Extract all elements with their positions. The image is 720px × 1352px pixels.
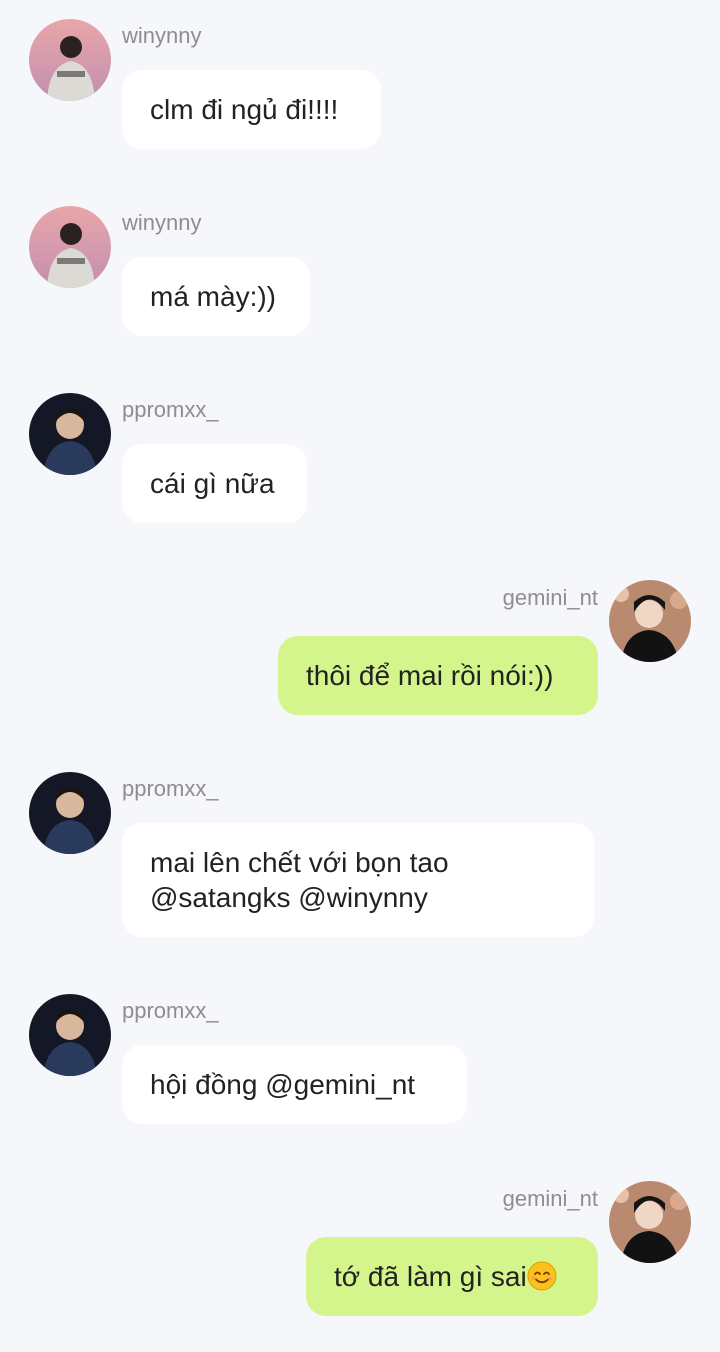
avatar[interactable] — [609, 580, 691, 662]
avatar[interactable] — [29, 393, 111, 475]
avatar[interactable] — [29, 772, 111, 854]
sender-name: ppromxx_ — [122, 397, 219, 422]
message-bubble[interactable]: hội đồng @gemini_nt — [122, 1045, 467, 1124]
message-text: cái gì nữa — [150, 468, 275, 499]
smiling-face-emoji-icon — [527, 1261, 557, 1291]
avatar[interactable] — [29, 19, 111, 101]
message-bubble[interactable]: má mày:)) — [122, 257, 310, 336]
avatar[interactable] — [29, 994, 111, 1076]
message-text: mai lên chết với bọn tao — [150, 847, 449, 878]
message-bubble[interactable]: cái gì nữa — [122, 444, 307, 523]
sender-name: gemini_nt — [502, 1186, 598, 1211]
message-text: @satangks @winynny — [150, 882, 428, 913]
sender-name: winynny — [122, 210, 202, 235]
message-text: thôi để mai rồi nói:)) — [306, 660, 554, 691]
message-bubble[interactable]: clm đi ngủ đi!!!! — [122, 70, 381, 149]
sender-name: ppromxx_ — [122, 998, 219, 1023]
message-text: clm đi ngủ đi!!!! — [150, 94, 339, 125]
message-bubble[interactable]: tớ đã làm gì sai — [306, 1237, 598, 1316]
sender-name: gemini_nt — [502, 585, 598, 610]
message-text: hội đồng @gemini_nt — [150, 1069, 416, 1100]
message-bubble[interactable]: mai lên chết với bọn tao @satangks @winy… — [122, 823, 594, 937]
sender-name: ppromxx_ — [122, 776, 219, 801]
sender-name: winynny — [122, 23, 202, 48]
message-text: má mày:)) — [150, 281, 276, 312]
message-text: tớ đã làm gì sai — [334, 1259, 570, 1294]
avatar[interactable] — [29, 206, 111, 288]
avatar[interactable] — [609, 1181, 691, 1263]
message-bubble[interactable]: thôi để mai rồi nói:)) — [278, 636, 598, 715]
